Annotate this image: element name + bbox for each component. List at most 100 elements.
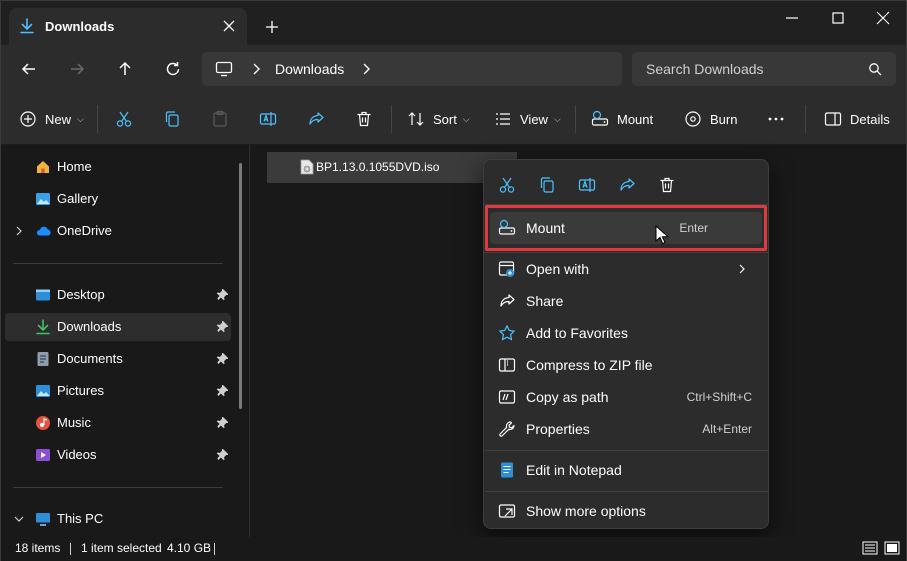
share-button[interactable] [307,107,325,131]
show-more-icon [498,504,516,518]
new-label: New [45,111,72,127]
delete-icon [357,111,371,127]
navigation-pane: Home Gallery OneDrive Desktop Downloads … [1,145,246,537]
close-icon[interactable] [874,9,892,27]
wrench-icon [499,421,515,437]
back-icon[interactable] [19,59,39,79]
chevron-right-icon[interactable] [359,62,373,76]
share-icon[interactable] [618,176,636,194]
pin-icon[interactable] [216,385,228,397]
sidebar-item-label: Pictures [57,383,104,398]
sidebar-item-label: Music [57,415,91,430]
menu-item-copy-as-path[interactable]: Copy as path Ctrl+Shift+C [490,381,762,413]
paste-button[interactable] [211,107,229,131]
up-icon[interactable] [115,59,135,79]
forward-icon[interactable] [67,59,87,79]
minimize-icon[interactable] [783,9,801,27]
mount-button[interactable]: Mount [591,107,653,131]
sidebar-item-downloads[interactable]: Downloads [5,313,231,341]
sidebar-item-desktop[interactable]: Desktop [5,281,231,309]
menu-item-compress-zip[interactable]: Compress to ZIP file [490,349,762,381]
view-button[interactable]: View ⌵ [494,107,561,131]
close-icon[interactable] [220,17,238,35]
shortcut-label: Ctrl+Shift+C [686,390,752,404]
menu-item-open-with[interactable]: Open with [490,253,762,285]
menu-item-show-more-options[interactable]: Show more options [490,495,762,527]
breadcrumb-downloads[interactable]: Downloads [275,61,344,77]
tiles-view-icon[interactable] [884,541,900,555]
sidebar-item-onedrive[interactable]: OneDrive [5,217,231,245]
file-row[interactable]: BP1.13.0.1055DVD.iso [267,152,517,183]
sidebar-item-documents[interactable]: Documents [5,345,231,373]
sidebar-item-label: Documents [57,351,123,366]
menu-item-edit-in-notepad[interactable]: Edit in Notepad [490,454,762,486]
sidebar-item-label: Videos [57,447,97,462]
burn-icon [685,111,701,127]
search-input[interactable]: Search Downloads [632,52,896,86]
menu-item-add-to-favorites[interactable]: Add to Favorites [490,317,762,349]
menu-item-label: Share [526,293,564,309]
copy-icon[interactable] [538,176,556,194]
pin-icon[interactable] [216,449,228,461]
copy-button[interactable] [163,107,181,131]
menu-item-share[interactable]: Share [490,285,762,317]
view-label: View [520,111,548,127]
new-button[interactable]: New ⌵ [19,107,84,131]
sidebar-item-this-pc[interactable]: This PC [5,505,231,533]
star-icon [499,325,515,341]
sort-button[interactable]: Sort ⌵ [407,107,470,131]
computer-icon [36,513,50,526]
mount-icon [591,110,609,126]
burn-label: Burn [710,111,738,127]
plus-icon[interactable] [263,18,281,36]
cut-button[interactable] [115,107,133,131]
sidebar-item-gallery[interactable]: Gallery [5,185,231,213]
pin-icon[interactable] [216,289,228,301]
selection-info: 1 item selected [81,541,162,555]
maximize-icon[interactable] [829,9,847,27]
search-icon [869,63,882,76]
copy-icon [165,111,179,127]
pin-icon[interactable] [216,417,228,429]
menu-item-mount[interactable]: Mount Enter [490,212,762,244]
burn-button[interactable]: Burn [684,107,737,131]
delete-icon[interactable] [658,176,676,194]
tab-downloads[interactable]: Downloads [9,8,247,45]
menu-item-properties[interactable]: Properties Alt+Enter [490,413,762,445]
new-icon [20,111,36,127]
sidebar-item-music[interactable]: Music [5,409,231,437]
pane-divider[interactable] [249,145,250,537]
breadcrumb[interactable]: Downloads [202,52,622,86]
details-label: Details [850,111,890,127]
cut-icon[interactable] [498,176,516,194]
divider [805,105,806,133]
documents-icon [37,352,49,366]
share-icon [500,294,515,307]
sidebar-item-videos[interactable]: Videos [5,441,231,469]
pin-icon[interactable] [216,321,228,333]
pin-icon[interactable] [216,353,228,365]
rename-icon[interactable] [578,176,596,194]
divider [13,487,223,488]
menu-item-label: Mount [526,220,565,236]
computer-icon[interactable] [215,61,233,77]
sidebar-item-label: Desktop [57,287,105,302]
details-view-icon[interactable] [862,541,878,555]
rename-button[interactable] [259,107,277,131]
chevron-right-icon[interactable] [249,62,263,76]
file-name[interactable]: BP1.13.0.1055DVD.iso [316,160,439,174]
item-count: 18 items [15,541,61,555]
sidebar-scrollbar[interactable] [239,163,242,409]
chevron-right-icon[interactable] [13,225,25,237]
refresh-icon[interactable] [163,59,183,79]
sort-label: Sort [433,111,457,127]
mount-icon [498,219,516,235]
delete-button[interactable] [355,107,373,131]
sidebar-item-pictures[interactable]: Pictures [5,377,231,405]
menu-item-label: Edit in Notepad [526,462,622,478]
chevron-down-icon: ⌵ [462,113,470,124]
details-button[interactable]: Details [824,107,890,131]
more-options-button[interactable] [767,107,785,131]
sidebar-item-home[interactable]: Home [5,153,231,181]
chevron-down-icon[interactable] [13,513,25,525]
